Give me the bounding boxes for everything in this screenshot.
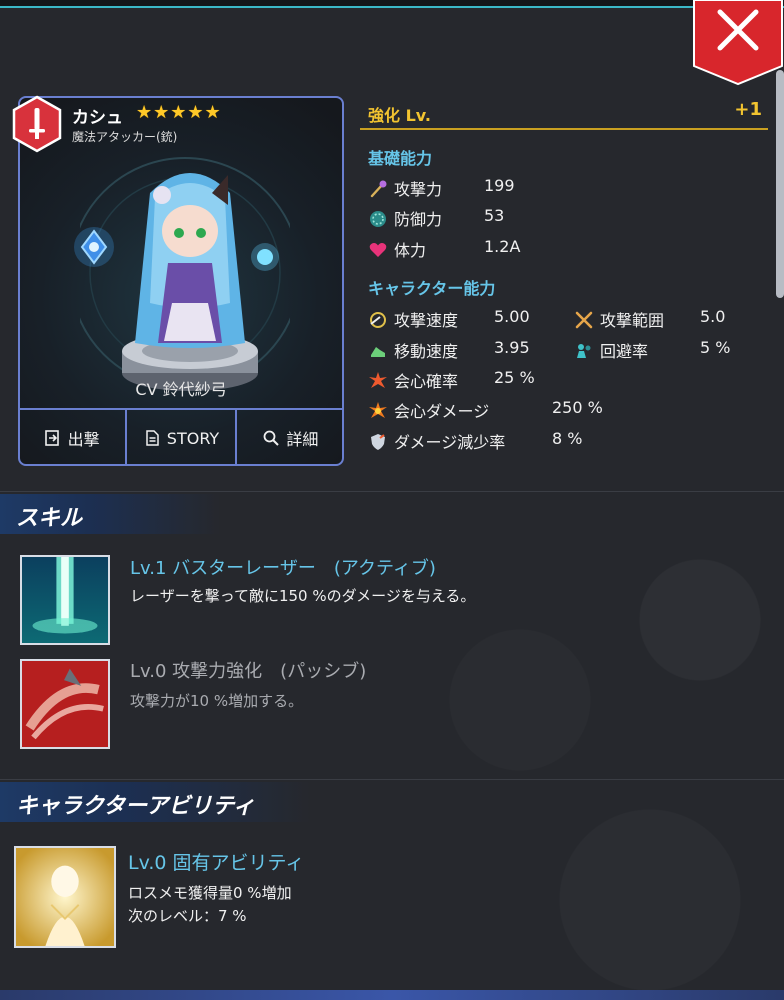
- abilities-section-header: キャラクターアビリティ: [0, 779, 784, 823]
- close-icon: [693, 0, 783, 86]
- document-icon: [146, 430, 159, 446]
- detail-label: 詳細: [286, 430, 319, 449]
- attack-range-stat: 攻撃範囲: [574, 307, 664, 331]
- ability-description: ロスメモ獲得量0 %増加: [128, 884, 292, 902]
- ability-next-level: 次のレベル：7 %: [128, 907, 247, 925]
- character-portrait: [80, 157, 290, 391]
- attack-speed-value: 5.00: [494, 307, 530, 326]
- heart-icon: [369, 243, 387, 257]
- crit-damage-label: 会心ダメージ: [394, 402, 490, 421]
- attack-speed-label: 攻撃速度: [394, 311, 459, 330]
- evasion-label: 回避率: [600, 342, 649, 361]
- crit-rate-label: 会心確率: [394, 372, 459, 391]
- crossed-swords-icon: [575, 311, 593, 329]
- bottom-bar: [0, 990, 784, 1000]
- attack-stat: 攻撃力: [368, 176, 442, 200]
- skills-section-header: スキル: [0, 491, 784, 535]
- defense-value: 53: [484, 206, 505, 225]
- close-button[interactable]: [692, 0, 784, 86]
- speed-icon: [370, 312, 386, 328]
- hp-stat: 体力: [368, 237, 426, 261]
- upgrade-level-row: 強化 Lv. +1: [360, 96, 768, 130]
- upgrade-label: 強化 Lv.: [368, 106, 431, 125]
- story-button[interactable]: STORY: [125, 410, 234, 466]
- enter-icon: [44, 430, 59, 446]
- dodge-icon: [577, 344, 591, 358]
- crit-rate-stat: 会心確率: [368, 368, 458, 392]
- skill-2-description: 攻撃力が10 %増加する。: [130, 692, 304, 710]
- laser-skill-icon[interactable]: [20, 555, 110, 645]
- skill-2-title: Lv.0 攻撃力強化 (パッシブ): [130, 661, 367, 682]
- sortie-label: 出撃: [67, 430, 100, 449]
- character-stats-title: キャラクター能力: [368, 279, 496, 298]
- unique-ability-icon[interactable]: [14, 846, 116, 948]
- burst-icon: [369, 372, 387, 388]
- boot-icon: [371, 347, 385, 357]
- search-icon: [263, 430, 280, 446]
- defense-label: 防御力: [394, 210, 443, 229]
- upgrade-value: +1: [734, 99, 762, 120]
- sortie-button[interactable]: 出撃: [18, 410, 125, 466]
- skills-header-title: スキル: [16, 506, 83, 531]
- abilities-header-title: キャラクターアビリティ: [16, 794, 255, 819]
- top-bar: [0, 0, 784, 8]
- move-speed-stat: 移動速度: [368, 338, 458, 362]
- crit-damage-value: 250 %: [552, 398, 603, 417]
- character-role: 魔法アタッカー(銃): [72, 130, 178, 144]
- element-badge: [12, 95, 62, 153]
- crit-damage-stat: 会心ダメージ: [368, 398, 489, 422]
- hp-value: 1.2A: [484, 237, 521, 256]
- defense-stat: 防御力: [368, 206, 442, 230]
- rarity-stars: ★★★★★: [136, 102, 222, 123]
- skill-1-title: Lv.1 バスターレーザー (アクティブ): [130, 558, 436, 579]
- move-speed-label: 移動速度: [394, 342, 459, 361]
- attack-label: 攻撃力: [394, 180, 443, 199]
- crit-rate-value: 25 %: [494, 368, 535, 387]
- attack-range-label: 攻撃範囲: [600, 311, 665, 330]
- shield-orb-icon: [370, 211, 386, 227]
- move-speed-value: 3.95: [494, 338, 530, 357]
- basic-stats-title: 基礎能力: [368, 149, 433, 168]
- story-label: STORY: [166, 428, 220, 448]
- damage-reduction-label: ダメージ減少率: [394, 433, 506, 452]
- damage-reduction-value: 8 %: [552, 429, 583, 448]
- attack-range-value: 5.0: [700, 307, 726, 326]
- attack-up-skill-icon[interactable]: [20, 659, 110, 749]
- attack-speed-stat: 攻撃速度: [368, 307, 458, 331]
- glow-orb-icon: [74, 227, 114, 267]
- attack-value: 199: [484, 176, 515, 195]
- ability-title: Lv.0 固有アビリティ: [128, 852, 305, 874]
- scrollbar[interactable]: [776, 70, 784, 298]
- evasion-value: 5 %: [700, 338, 731, 357]
- card-button-bar: 出撃 STORY 詳細: [18, 408, 344, 466]
- voice-actor-label: CV 鈴代紗弓: [135, 380, 227, 399]
- shield-icon: [371, 434, 385, 450]
- hp-label: 体力: [394, 241, 427, 260]
- damage-reduction-stat: ダメージ減少率: [368, 429, 505, 453]
- skill-1-description: レーザーを撃って敵に150 %のダメージを与える。: [130, 587, 476, 605]
- detail-button[interactable]: 詳細: [234, 410, 344, 466]
- evasion-stat: 回避率: [574, 338, 648, 362]
- character-name: カシュ: [72, 108, 123, 128]
- wand-icon: [370, 180, 387, 198]
- explosion-icon: [369, 402, 387, 418]
